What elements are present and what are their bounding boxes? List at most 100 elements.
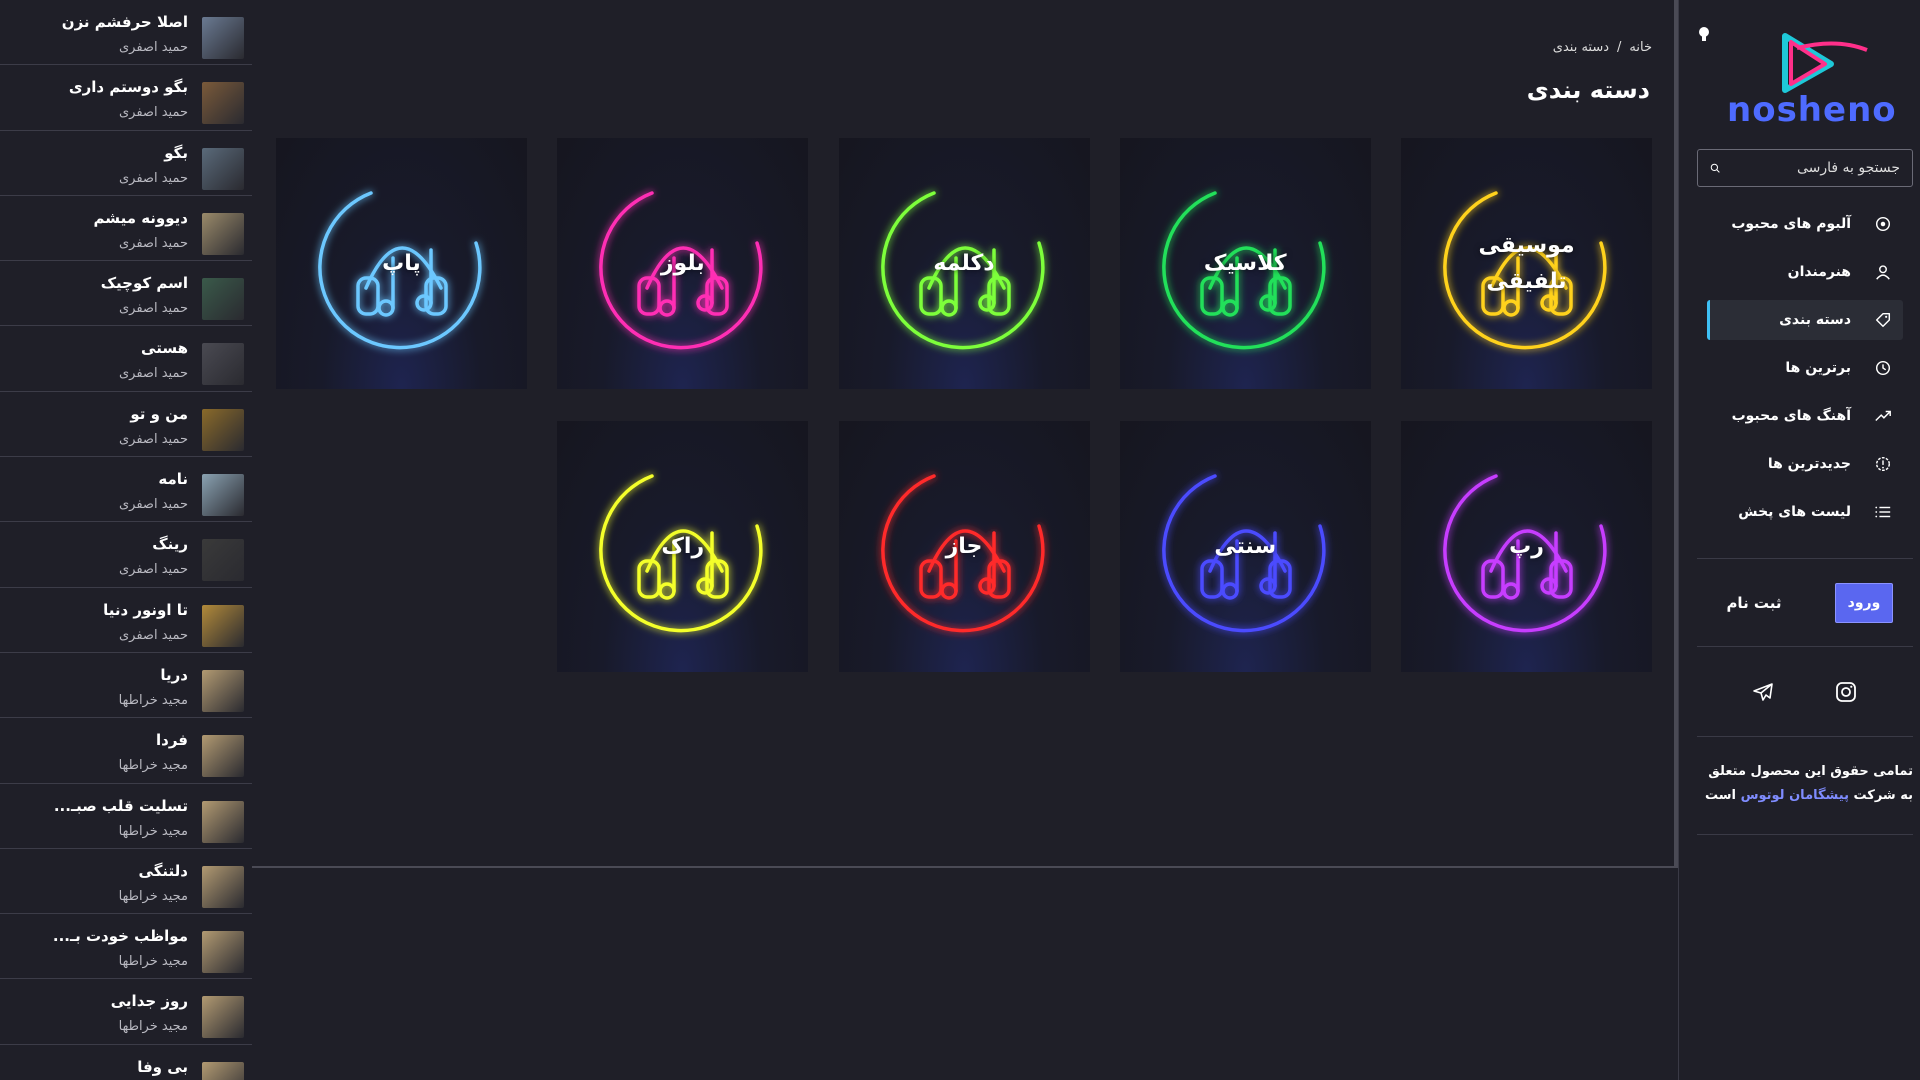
song-title: بی وفا <box>137 1057 188 1076</box>
category-card[interactable]: کلاسیک <box>1119 138 1371 389</box>
song-title: اصلا حرفشم نزن <box>61 13 188 31</box>
divider <box>1697 834 1913 835</box>
category-card[interactable]: جاز <box>838 421 1090 672</box>
category-card[interactable]: موسیقی تلفیقی <box>1401 138 1652 389</box>
song-cover <box>202 539 244 582</box>
category-card[interactable]: دکلمه <box>838 138 1090 389</box>
song-row[interactable]: تسلیت قلب صبـ... مجید خراطها <box>0 784 252 849</box>
song-cover <box>202 147 244 190</box>
category-label: پاپ <box>382 250 421 276</box>
nav-item-clock[interactable]: برترین ها <box>1707 348 1903 388</box>
song-row[interactable]: بگو حمید اصفری <box>0 131 252 196</box>
nav-item-label: آلبوم های محبوب <box>1731 216 1851 232</box>
main-nav: آلبوم های محبوب هنرمندان دسته بندی برترین ه… <box>1707 204 1903 540</box>
nav-item-label: برترین ها <box>1785 360 1851 376</box>
search-input[interactable] <box>1726 160 1900 176</box>
category-card[interactable]: رپ <box>1401 421 1652 672</box>
song-row[interactable]: اصلا حرفشم نزن حمید اصفری <box>0 0 252 66</box>
song-title: بگو <box>164 143 188 162</box>
song-title: دیوونه میشم <box>93 208 188 227</box>
category-card[interactable]: پاپ <box>276 138 527 389</box>
nav-item-tag[interactable]: دسته بندی <box>1707 300 1903 340</box>
song-row[interactable]: هستی حمید اصفری <box>0 326 252 392</box>
song-row[interactable]: مواظب خودت بـ... مجید خراطها <box>0 914 252 980</box>
song-artist: حمید اصفری <box>118 301 188 317</box>
trending-icon <box>1873 406 1893 426</box>
category-card[interactable]: سنتی <box>1119 421 1371 672</box>
nav-item-user[interactable]: هنرمندان <box>1707 252 1903 292</box>
nav-item-list[interactable]: لیست های پخش <box>1707 492 1903 532</box>
app-root: اصلا حرفشم نزن حمید اصفری بگو دوستم داری حم… <box>0 0 1920 1080</box>
copyright-text: تمامی حقوق این محصول متعلق به شرکت پیشگا… <box>1699 760 1913 808</box>
song-artist: مجید خراطها <box>118 758 188 774</box>
list-icon <box>1873 502 1893 522</box>
search-icon[interactable] <box>1710 160 1720 176</box>
nav-item-label: هنرمندان <box>1787 264 1851 280</box>
divider-line <box>252 866 1680 868</box>
breadcrumb-home[interactable]: خانه <box>1629 40 1652 55</box>
category-card[interactable]: بلوز <box>557 138 809 389</box>
song-artist: حمید اصفری <box>118 562 188 578</box>
signup-button[interactable]: ثبت نام <box>1719 583 1789 623</box>
logo-text: nosheno <box>1727 90 1897 130</box>
company-link[interactable]: پیشگامان لوتوس <box>1741 788 1849 803</box>
song-title: دلتنگی <box>138 861 188 880</box>
song-artist: حمید اصفری <box>118 627 188 643</box>
clock-icon <box>1873 358 1893 378</box>
nav-item-trending[interactable]: آهنگ های محبوب <box>1707 396 1903 436</box>
song-cover <box>202 1061 244 1080</box>
song-title: رینگ <box>152 535 188 554</box>
logo[interactable]: nosheno <box>1727 28 1897 130</box>
disc-icon <box>1873 214 1893 234</box>
song-row[interactable]: روز جدایی مجید خراطها <box>0 979 252 1045</box>
song-cover <box>202 82 244 125</box>
song-row[interactable]: من و تو حمید اصفری <box>0 392 252 458</box>
song-row[interactable]: فردا مجید خراطها <box>0 718 252 784</box>
telegram-icon[interactable] <box>1751 680 1775 704</box>
divider <box>1697 736 1913 737</box>
breadcrumb-separator: / <box>1617 40 1622 55</box>
song-title: من و تو <box>130 404 188 423</box>
song-title: فردا <box>156 731 188 750</box>
instagram-icon[interactable] <box>1834 680 1858 704</box>
category-card[interactable]: راک <box>557 421 809 672</box>
song-title: مواظب خودت بـ... <box>52 927 188 946</box>
search-box[interactable] <box>1697 149 1913 187</box>
song-cover <box>202 343 244 386</box>
song-title: بگو دوستم داری <box>68 78 188 97</box>
song-cover <box>202 408 244 451</box>
login-button[interactable]: ورود <box>1835 583 1893 623</box>
nav-item-badge[interactable]: جدیدترین ها <box>1707 444 1903 484</box>
song-artist: مجید خراطها <box>118 954 188 970</box>
song-row[interactable]: بی وفامجید خراطها <box>0 1045 252 1080</box>
song-title: دریا <box>160 665 188 684</box>
user-icon <box>1873 262 1893 282</box>
song-artist: حمید اصفری <box>118 497 188 513</box>
lightbulb-icon[interactable] <box>1697 26 1711 44</box>
song-row[interactable]: دلتنگی مجید خراطها <box>0 849 252 915</box>
song-artist: حمید اصفری <box>118 105 188 121</box>
song-artist: حمید اصفری <box>118 366 188 382</box>
song-row[interactable]: رینگ حمید اصفری <box>0 522 252 588</box>
song-row[interactable]: نامه حمید اصفری <box>0 457 252 523</box>
breadcrumb: خانه / دسته بندی <box>1553 40 1652 55</box>
song-artist: حمید اصفری <box>118 431 188 447</box>
song-cover <box>202 212 244 255</box>
song-row[interactable]: بگو دوستم داری حمید اصفری <box>0 65 252 131</box>
song-row[interactable]: دریا مجید خراطها <box>0 653 252 719</box>
song-cover <box>202 669 244 712</box>
nav-item-disc[interactable]: آلبوم های محبوب <box>1707 204 1903 244</box>
song-row[interactable]: تا اونور دنیا حمید اصفری <box>0 588 252 653</box>
song-cover <box>202 931 244 974</box>
song-row[interactable]: دیوونه میشم حمید اصفری <box>0 196 252 262</box>
nav-item-label: دسته بندی <box>1779 312 1851 328</box>
song-artist: مجید خراطها <box>118 888 188 904</box>
song-cover <box>202 17 244 59</box>
category-label: موسیقی تلفیقی <box>1478 232 1575 294</box>
category-label: راک <box>661 533 705 559</box>
song-title: نامه <box>158 470 188 489</box>
song-cover <box>202 604 244 647</box>
song-row[interactable]: اسم کوچیک حمید اصفری <box>0 261 252 327</box>
song-cover <box>202 474 244 517</box>
tag-icon <box>1873 310 1893 330</box>
